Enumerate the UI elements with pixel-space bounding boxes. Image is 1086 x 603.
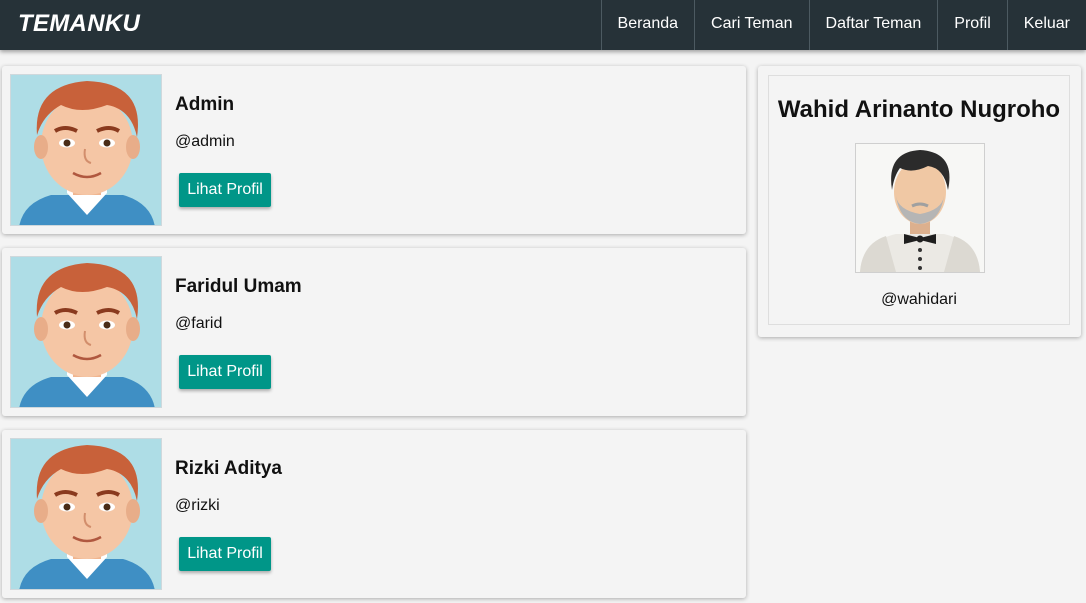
friend-username: @rizki [175, 497, 220, 514]
profile-avatar-icon [855, 143, 985, 273]
friend-name: Faridul Umam [175, 276, 302, 297]
friend-card: Rizki Aditya @rizki Lihat Profil [2, 430, 746, 598]
friend-name: Rizki Aditya [175, 458, 282, 479]
friend-card: Faridul Umam @farid Lihat Profil [2, 248, 746, 416]
friend-username: @admin [175, 133, 235, 150]
friend-name: Admin [175, 94, 235, 115]
profile-panel: Wahid Arinanto Nugroho @wahidari [758, 66, 1081, 337]
nav-keluar[interactable]: Keluar [1006, 0, 1086, 50]
profile-name: Wahid Arinanto Nugroho [777, 96, 1061, 123]
top-navbar: TEMANKU Beranda Cari Teman Daftar Teman … [0, 0, 1086, 50]
friend-avatar-icon [10, 438, 162, 590]
nav-daftar-teman[interactable]: Daftar Teman [808, 0, 938, 50]
profile-box: Wahid Arinanto Nugroho @wahidari [768, 75, 1070, 325]
nav-beranda[interactable]: Beranda [600, 0, 695, 50]
view-profile-button[interactable]: Lihat Profil [179, 355, 271, 389]
friend-avatar-icon [10, 256, 162, 408]
view-profile-button[interactable]: Lihat Profil [179, 537, 271, 571]
brand-logo[interactable]: TEMANKU [0, 0, 601, 50]
nav-menu: Beranda Cari Teman Daftar Teman Profil K… [600, 0, 1086, 50]
friend-card: Admin @admin Lihat Profil [2, 66, 746, 234]
nav-cari-teman[interactable]: Cari Teman [694, 0, 809, 50]
friend-username: @farid [175, 315, 223, 332]
nav-profil[interactable]: Profil [937, 0, 1006, 50]
view-profile-button[interactable]: Lihat Profil [179, 173, 271, 207]
profile-username: @wahidari [881, 291, 957, 308]
friend-avatar-icon [10, 74, 162, 226]
